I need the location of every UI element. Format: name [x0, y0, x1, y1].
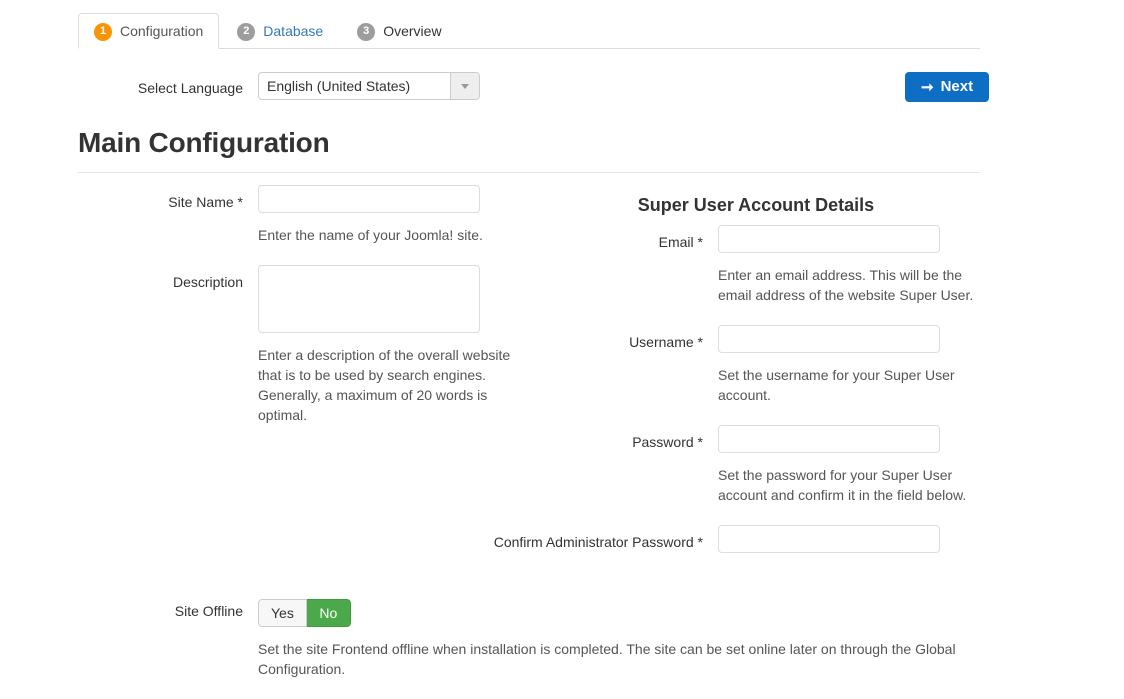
username-help: Set the username for your Super User acc…: [718, 365, 968, 405]
username-input[interactable]: [718, 325, 940, 353]
tab-list: 1 Configuration 2 Database 3 Overview: [78, 14, 980, 48]
language-select-value: English (United States): [259, 73, 450, 99]
super-user-section-title: Super User Account Details: [522, 193, 990, 217]
page-title: Main Configuration: [78, 126, 329, 160]
site-name-label: Site Name *: [0, 192, 243, 212]
required-marker: *: [698, 334, 703, 350]
tab-label: Configuration: [120, 22, 203, 41]
required-marker: *: [238, 194, 243, 210]
step-number-badge: 3: [357, 23, 375, 41]
required-marker: *: [698, 234, 703, 250]
password-help: Set the password for your Super User acc…: [718, 465, 986, 505]
step-number-badge: 1: [94, 23, 112, 41]
tab-overview[interactable]: 3 Overview: [341, 13, 457, 49]
step-number-badge: 2: [237, 23, 255, 41]
site-name-input[interactable]: [258, 185, 480, 213]
description-help: Enter a description of the overall websi…: [258, 345, 526, 425]
required-marker: *: [698, 434, 703, 450]
description-label: Description: [0, 272, 243, 292]
email-input[interactable]: [718, 225, 940, 253]
next-button[interactable]: ➞ Next: [905, 72, 989, 102]
password-input[interactable]: [718, 425, 940, 453]
title-divider: [78, 172, 980, 173]
email-label: Email *: [460, 232, 703, 252]
site-offline-toggle: Yes No: [258, 599, 351, 627]
tab-label: Overview: [383, 22, 441, 41]
select-language-label: Select Language: [0, 78, 243, 98]
chevron-down-icon: [450, 73, 479, 99]
required-marker: *: [698, 534, 703, 550]
arrow-right-icon: ➞: [921, 80, 934, 95]
description-textarea[interactable]: [258, 265, 480, 333]
confirm-password-input[interactable]: [718, 525, 940, 553]
tab-configuration[interactable]: 1 Configuration: [78, 13, 219, 49]
tab-label: Database: [263, 22, 323, 41]
next-button-label: Next: [941, 77, 974, 97]
joomla-installer-page: 1 Configuration 2 Database 3 Overview Se…: [0, 0, 1124, 699]
site-offline-no-button[interactable]: No: [307, 599, 351, 627]
site-offline-yes-button[interactable]: Yes: [258, 599, 307, 627]
password-label: Password *: [460, 432, 703, 452]
site-offline-help: Set the site Frontend offline when insta…: [258, 639, 988, 679]
username-label: Username *: [460, 332, 703, 352]
installer-step-tabs: 1 Configuration 2 Database 3 Overview: [78, 14, 980, 49]
site-offline-label: Site Offline: [0, 601, 243, 621]
language-select[interactable]: English (United States): [258, 72, 480, 100]
confirm-password-label: Confirm Administrator Password *: [460, 532, 703, 552]
tab-database[interactable]: 2 Database: [221, 13, 339, 49]
email-help: Enter an email address. This will be the…: [718, 265, 986, 305]
